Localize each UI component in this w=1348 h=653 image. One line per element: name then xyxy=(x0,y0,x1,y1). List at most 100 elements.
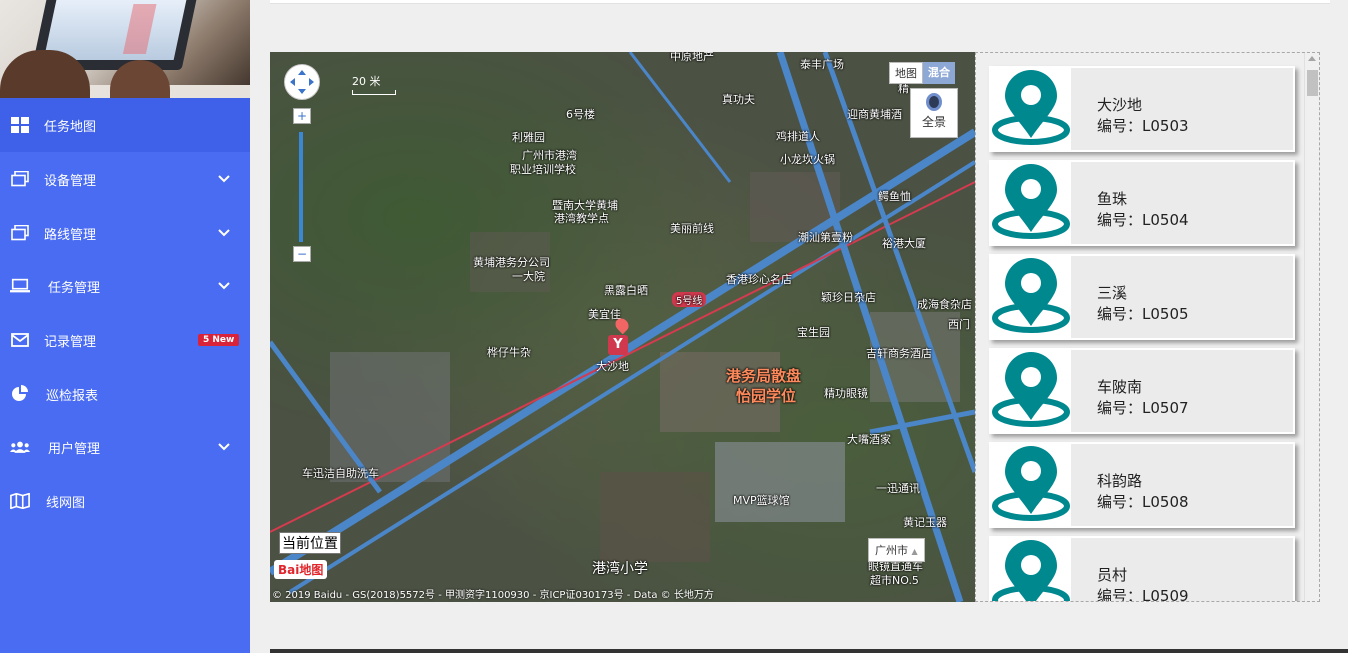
map-poi[interactable]: 真功夫 xyxy=(722,91,755,107)
map-poi[interactable]: 泰丰广场 xyxy=(800,56,844,72)
station-card[interactable]: 三溪 编号：L0505 xyxy=(989,254,1295,340)
station-name: 车陂南 xyxy=(1097,378,1143,396)
map-poi[interactable]: 鳄鱼恤 xyxy=(878,188,911,204)
map-poi[interactable]: 裕港大厦 xyxy=(882,235,926,251)
map-poi[interactable]: 港湾教学点 xyxy=(554,210,609,226)
scale-label: 20 米 xyxy=(352,75,381,88)
station-name: 员村 xyxy=(1097,566,1128,584)
map-poi[interactable]: 黑露白晒 xyxy=(604,282,648,298)
zoom-in-button[interactable]: + xyxy=(293,108,311,124)
scrollbar-thumb[interactable] xyxy=(1307,70,1318,96)
pan-control[interactable] xyxy=(284,64,320,100)
station-name: 科韵路 xyxy=(1097,472,1143,490)
map-poi[interactable]: 一大院 xyxy=(512,268,545,284)
location-pin-icon xyxy=(991,162,1071,244)
satellite-map[interactable]: 中原地产 泰丰广场 真功夫 迎商黄埔酒 利雅园 鸡排道人 广州市港湾 职业培训学… xyxy=(270,52,975,602)
map-poi[interactable]: 港湾小学 xyxy=(592,558,648,578)
map-poi[interactable]: 小龙坎火锅 xyxy=(780,151,835,167)
map-poi[interactable]: 西门 xyxy=(948,316,970,332)
sidebar-item-label: 设备管理 xyxy=(44,173,97,189)
panorama-label: 全景 xyxy=(921,115,946,129)
station-code-value: L0507 xyxy=(1142,399,1189,417)
location-pin-icon xyxy=(991,444,1071,526)
zoom-out-button[interactable]: − xyxy=(293,246,311,262)
sidebar-item-network-map[interactable]: 线网图 xyxy=(0,474,250,528)
map-scale: 20 米 xyxy=(352,73,396,95)
map-poi[interactable]: 桦仔牛杂 xyxy=(487,344,531,360)
users-icon xyxy=(10,437,30,457)
chevron-down-icon[interactable] xyxy=(216,439,232,455)
station-label[interactable]: 大沙地 xyxy=(596,358,629,374)
sidebar-item-label: 用户管理 xyxy=(48,441,101,457)
map-poi[interactable]: 超市NO.5 xyxy=(870,572,919,588)
map-poi[interactable]: 职业培训学校 xyxy=(510,161,576,177)
station-card[interactable]: 大沙地 编号：L0503 xyxy=(989,66,1295,152)
zoom-slider[interactable] xyxy=(299,132,303,242)
sidebar-item-user-management[interactable]: 用户管理 xyxy=(0,420,250,474)
sidebar-item-inspection-report[interactable]: 巡检报表 xyxy=(0,367,250,421)
map-poi[interactable]: 港务局散盘 xyxy=(726,365,801,386)
station-code: 编号：L0508 xyxy=(1097,491,1189,512)
map-poi[interactable]: 黄记玉器 xyxy=(903,514,947,530)
map-poi[interactable]: 鸡排道人 xyxy=(776,128,820,144)
chevron-down-icon[interactable] xyxy=(216,225,232,241)
location-pin-icon xyxy=(991,538,1071,601)
map-poi[interactable]: 中原地产 xyxy=(670,52,714,64)
sidebar-item-label: 路线管理 xyxy=(44,227,97,243)
scrollbar[interactable] xyxy=(1304,53,1319,601)
map-poi[interactable]: 香港珍心名店 xyxy=(726,271,792,287)
pie-chart-icon xyxy=(10,384,30,404)
grid-icon xyxy=(10,115,30,135)
map-poi[interactable]: 迎商黄埔酒 xyxy=(847,106,902,122)
station-code: 编号：L0505 xyxy=(1097,303,1189,324)
station-card[interactable]: 员村 编号：L0509 xyxy=(989,536,1295,601)
map-poi[interactable]: 美丽前线 xyxy=(670,220,714,236)
station-card[interactable]: 科韵路 编号：L0508 xyxy=(989,442,1295,528)
envelope-icon xyxy=(10,330,30,350)
station-name: 三溪 xyxy=(1097,284,1128,302)
map-poi[interactable]: 一迅通讯 xyxy=(876,480,920,496)
station-card[interactable]: 鱼珠 编号：L0504 xyxy=(989,160,1295,246)
scroll-up-arrow-icon[interactable] xyxy=(1308,56,1316,61)
map-poi[interactable]: 宝生园 xyxy=(797,324,830,340)
map-copyright: © 2019 Baidu - GS(2018)5572号 - 甲测资字11009… xyxy=(272,590,714,601)
location-pin-icon xyxy=(991,350,1071,432)
map-poi[interactable]: 大嘴酒家 xyxy=(847,431,891,447)
sidebar-item-record-management[interactable]: 记录管理 5 New xyxy=(0,313,250,367)
location-pin-icon xyxy=(991,256,1071,338)
chevron-down-icon[interactable] xyxy=(216,278,232,294)
station-name: 鱼珠 xyxy=(1097,190,1128,208)
sidebar-item-label: 记录管理 xyxy=(44,334,97,350)
map-poi[interactable]: 利雅园 xyxy=(512,129,545,145)
station-card[interactable]: 车陂南编号：L0507 xyxy=(989,348,1295,434)
map-poi[interactable]: 颖珍日杂店 xyxy=(821,289,876,305)
map-poi[interactable]: 吉轩商务酒店 xyxy=(866,345,932,361)
laptop-icon xyxy=(10,276,30,296)
metro-station-icon[interactable]: Y xyxy=(608,335,628,355)
map-poi[interactable]: 车迅洁自助洗车 xyxy=(302,465,379,481)
map-icon xyxy=(10,491,30,511)
windows-icon xyxy=(10,169,30,189)
station-code-label: 编号： xyxy=(1097,399,1143,417)
sidebar-item-task-map[interactable]: 任务地图 xyxy=(0,98,250,152)
sidebar-item-device-management[interactable]: 设备管理 xyxy=(0,152,250,206)
city-selector[interactable]: 广州市 ▲ xyxy=(868,538,925,562)
map-poi[interactable]: 成海食杂店 xyxy=(917,296,972,312)
sidebar-item-route-management[interactable]: 路线管理 xyxy=(0,206,250,260)
chevron-down-icon[interactable] xyxy=(216,171,232,187)
map-poi[interactable]: 潮汕第壹粉 xyxy=(798,229,853,245)
map-type-hybrid-button[interactable]: 混合 xyxy=(923,62,955,84)
sidebar-item-label: 线网图 xyxy=(46,495,86,511)
sidebar-item-label: 巡检报表 xyxy=(46,388,99,404)
map-type-map-button[interactable]: 地图 xyxy=(889,62,923,84)
map-poi[interactable]: 精功眼镜 xyxy=(824,385,868,401)
map-poi[interactable]: MVP篮球馆 xyxy=(733,492,790,508)
current-position-label: 当前位置 xyxy=(279,532,341,554)
baidu-logo: Bai地图 xyxy=(274,560,328,579)
sidebar-item-task-management[interactable]: 任务管理 xyxy=(0,259,250,313)
map-poi[interactable]: 6号楼 xyxy=(566,106,595,122)
location-pin-icon xyxy=(991,68,1071,150)
metro-line-label: 5号线 xyxy=(672,292,707,307)
map-poi[interactable]: 怡园学位 xyxy=(736,385,796,406)
panorama-button[interactable]: 全景 xyxy=(910,88,958,138)
